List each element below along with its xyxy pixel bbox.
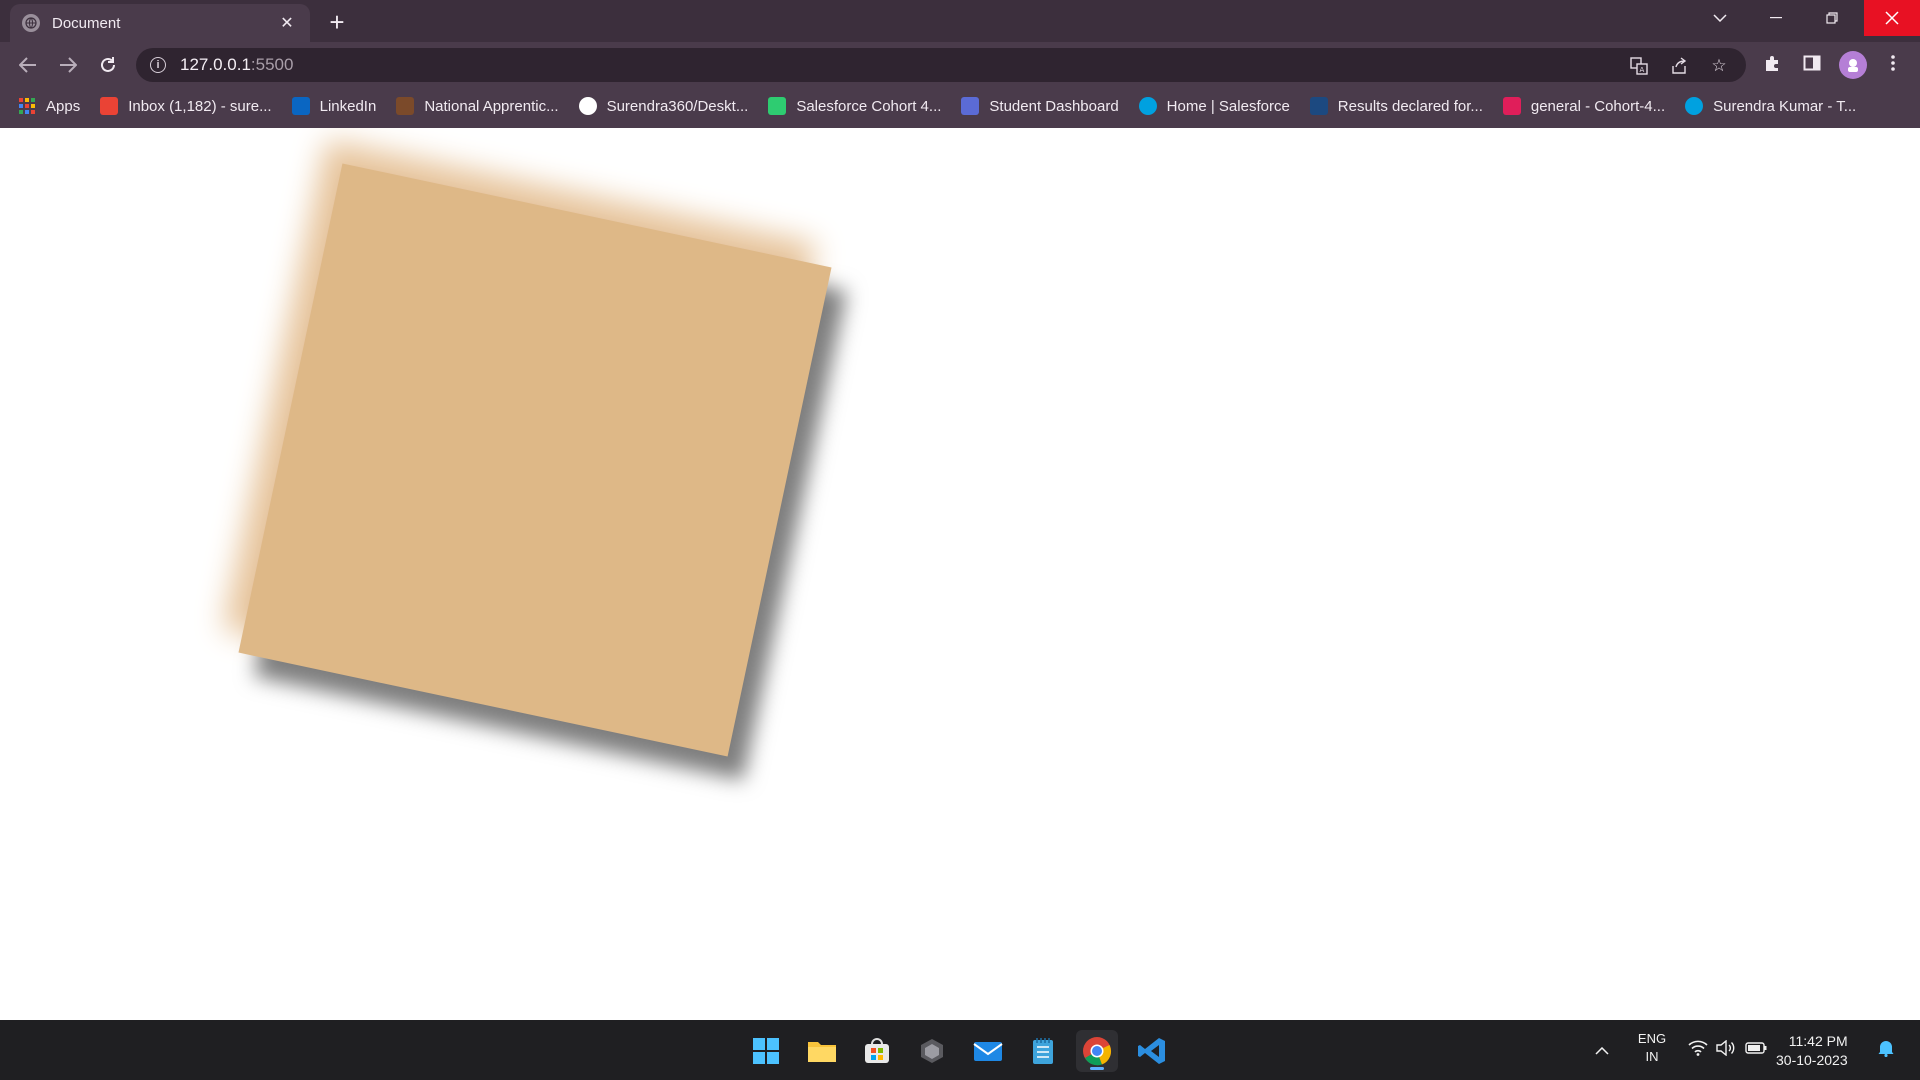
notepad-icon[interactable] [1022,1030,1064,1072]
wifi-icon[interactable] [1684,1034,1712,1062]
rotated-card [238,163,832,757]
share-icon[interactable] [1666,53,1692,79]
tab-title: Document [52,14,121,32]
globe-icon [22,14,40,32]
reload-button[interactable] [92,49,124,81]
side-panel-icon[interactable] [1798,49,1826,77]
bookmark-item[interactable]: Salesforce Cohort 4... [768,97,941,115]
svg-text:A: A [1640,66,1645,74]
bookmark-label: general - Cohort-4... [1530,97,1666,115]
bookmark-item[interactable]: Apps [18,97,80,115]
chrome-icon[interactable] [1076,1030,1118,1072]
toolbar: i 127.0.0.1:5500 A ☆ [0,42,1920,88]
unstop-icon [1309,97,1328,115]
close-tab-icon[interactable]: ✕ [276,12,298,34]
browser-chrome: Document ✕ + i 127.0.0.1:5500 A ☆ Apps … [0,0,1920,128]
microsoft-store-icon[interactable] [856,1030,898,1072]
app-hexagon-icon[interactable] [911,1030,953,1072]
show-hidden-icons-chevron-icon[interactable] [1581,1030,1623,1072]
bookmark-item[interactable]: Results declared for... [1309,97,1483,115]
bookmark-star-icon[interactable]: ☆ [1706,53,1732,79]
minimize-button[interactable] [1748,0,1804,36]
bookmark-item[interactable]: general - Cohort-4... [1502,97,1666,115]
bookmark-label: Inbox (1,182) - sure... [128,97,272,115]
address-bar[interactable]: i 127.0.0.1:5500 A ☆ [136,48,1746,82]
bookmark-item[interactable]: National Apprentic... [396,97,559,115]
language-code: ENG [1637,1031,1667,1046]
tab-strip: Document ✕ + [0,0,1920,42]
file-explorer-icon[interactable] [801,1030,843,1072]
start-button[interactable] [745,1030,787,1072]
salesforce-icon [1138,97,1157,115]
page-viewport [0,128,1920,1020]
clock[interactable]: 11:42 PM 30-10-2023 [1776,1032,1848,1070]
bookmark-item[interactable]: Surendra Kumar - T... [1685,97,1856,115]
bookmark-label: Salesforce Cohort 4... [796,97,942,115]
new-tab-button[interactable]: + [322,7,352,37]
bookmark-label: Home | Salesforce [1166,97,1290,115]
bookmark-label: LinkedIn [319,97,377,115]
github-icon [578,97,597,115]
profile-avatar[interactable] [1839,51,1867,79]
battery-icon[interactable] [1742,1034,1770,1062]
bookmark-label: Surendra Kumar - T... [1713,97,1857,115]
url-port: :5500 [250,55,294,74]
forward-button[interactable] [52,49,84,81]
bookmark-item[interactable]: Surendra360/Deskt... [578,97,749,115]
bookmark-label: Apps [46,97,81,115]
mail-icon[interactable] [967,1030,1009,1072]
restore-button[interactable] [1804,0,1860,36]
back-button[interactable] [12,49,44,81]
clock-date: 30-10-2023 [1776,1052,1848,1068]
clock-time: 11:42 PM [1788,1033,1848,1049]
bookmark-item[interactable]: Home | Salesforce [1138,97,1290,115]
bookmark-item[interactable]: LinkedIn [291,97,377,115]
trailhead-icon [768,97,787,115]
bookmark-label: Results declared for... [1337,97,1483,115]
slack-icon [1502,97,1521,115]
volume-icon[interactable] [1712,1034,1740,1062]
active-app-indicator [1090,1067,1104,1070]
dashboard-icon [961,97,980,115]
bookmark-label: National Apprentic... [424,97,559,115]
gmail-icon [100,97,119,115]
bookmark-item[interactable]: Inbox (1,182) - sure... [100,97,272,115]
salesforce-icon [1685,97,1704,115]
close-window-button[interactable] [1864,0,1920,36]
vscode-icon[interactable] [1131,1030,1173,1072]
site-info-icon[interactable]: i [150,57,166,73]
tab-search-chevron-icon[interactable] [1692,0,1748,36]
extensions-puzzle-icon[interactable] [1758,49,1786,77]
language-indicator[interactable]: ENG IN [1630,1030,1674,1066]
bookmarks-bar: Apps Inbox (1,182) - sure... LinkedIn Natio… [0,92,1920,120]
linkedin-icon [291,97,310,115]
notification-bell-icon[interactable] [1872,1034,1900,1062]
region-code: IN [1645,1049,1659,1064]
bookmark-item[interactable]: Student Dashboard [961,97,1119,115]
menu-kebab-icon[interactable] [1879,49,1907,77]
apps-grid-icon [18,97,36,115]
bookmark-label: Student Dashboard [989,97,1119,115]
apprenticeship-icon [396,97,415,115]
url-host: 127.0.0.1 [180,55,251,74]
bookmark-label: Surendra360/Deskt... [606,97,749,115]
tab-document[interactable]: Document ✕ [10,4,310,42]
windows-taskbar: ENG IN 11:42 PM 30-10-2023 [0,1020,1920,1080]
translate-icon[interactable]: A [1626,53,1652,79]
